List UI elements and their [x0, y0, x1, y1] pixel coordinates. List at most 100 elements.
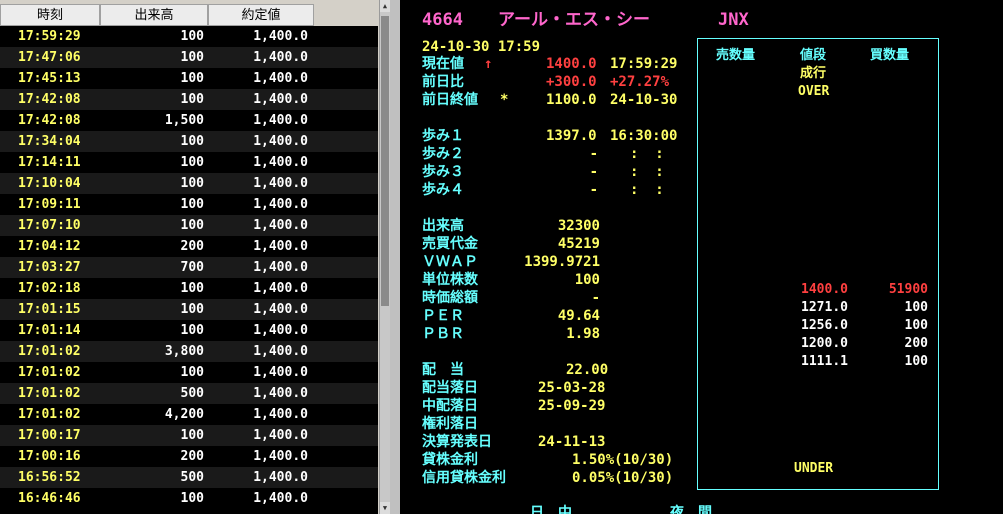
board-price[interactable]: 1256.0	[778, 317, 848, 335]
ayumi-label: 歩み４	[422, 182, 464, 198]
tick-list-body[interactable]: 17:59:29 100 1,400.0 17:47:06 100 1,400.0 17:4…	[0, 26, 378, 514]
stat-label: ＰＢＲ	[422, 326, 464, 342]
table-row[interactable]: 17:01:14 100 1,400.0	[0, 320, 378, 341]
table-row[interactable]: 17:45:13 100 1,400.0	[0, 68, 378, 89]
header-time[interactable]: 時刻	[0, 4, 100, 26]
table-row[interactable]: 17:07:10 100 1,400.0	[0, 215, 378, 236]
stat-label: 売買代金	[422, 236, 478, 252]
stat-value: 45219	[557, 236, 600, 252]
tick-volume: 3,800	[164, 344, 204, 359]
tick-volume: 500	[180, 386, 204, 401]
stat-value: 100	[574, 272, 600, 288]
lend-rate-value: 1.50%(10/30)	[572, 452, 674, 468]
tick-volume: 100	[180, 323, 204, 338]
table-row[interactable]: 17:02:18 100 1,400.0	[0, 278, 378, 299]
board-price-header: 値段	[800, 48, 827, 63]
board-price[interactable]: 1200.0	[778, 335, 848, 353]
tick-list-header: 時刻 出来高 約定値	[0, 4, 380, 26]
tick-volume: 200	[180, 449, 204, 464]
tick-volume: 100	[180, 218, 204, 233]
board-price[interactable]: 1111.1	[778, 353, 848, 371]
ayumi-label: 歩み２	[422, 146, 464, 162]
header-volume[interactable]: 出来高	[100, 4, 208, 26]
tick-time: 17:01:15	[18, 302, 81, 317]
tick-volume: 100	[180, 71, 204, 86]
tick-volume: 500	[180, 470, 204, 485]
table-row[interactable]: 17:00:16 200 1,400.0	[0, 446, 378, 467]
tick-volume: 100	[180, 197, 204, 212]
board-buy-qty[interactable]: 100	[858, 299, 928, 317]
table-row[interactable]: 16:46:46 100 1,400.0	[0, 488, 378, 509]
tick-price: 1,400.0	[253, 113, 308, 128]
board-buy-qty[interactable]: 100	[858, 317, 928, 335]
tick-price: 1,400.0	[253, 302, 308, 317]
table-row[interactable]: 17:34:04 100 1,400.0	[0, 131, 378, 152]
tick-price: 1,400.0	[253, 71, 308, 86]
tick-price: 1,400.0	[253, 407, 308, 422]
tick-price: 1,400.0	[253, 260, 308, 275]
ayumi-price: -	[589, 164, 598, 180]
earnings-value: 24-11-13	[538, 434, 606, 450]
table-row[interactable]: 17:04:12 200 1,400.0	[0, 236, 378, 257]
tick-list-scrollbar[interactable]: ▲ ▼	[379, 0, 390, 514]
tick-time: 17:00:16	[18, 449, 81, 464]
ayumi-time: : :	[630, 182, 664, 198]
table-row[interactable]: 17:10:04 100 1,400.0	[0, 173, 378, 194]
tick-time: 17:45:13	[18, 71, 81, 86]
prev-close-mark: *	[500, 92, 509, 108]
board-buy-qty[interactable]: 51900	[858, 281, 928, 299]
tick-time: 17:34:04	[18, 134, 81, 149]
tick-volume: 100	[180, 155, 204, 170]
tick-time: 17:59:29	[18, 29, 81, 44]
ayumi-label: 歩み１	[422, 128, 464, 144]
board-buy-qty[interactable]: 200	[858, 335, 928, 353]
header-price[interactable]: 約定値	[208, 4, 314, 26]
tick-time: 17:01:02	[18, 365, 81, 380]
table-row[interactable]: 17:01:02 500 1,400.0	[0, 383, 378, 404]
tick-time: 17:14:11	[18, 155, 81, 170]
scroll-up-arrow-icon[interactable]: ▲	[380, 0, 390, 12]
bottom-day-label[interactable]: 日 中	[530, 504, 572, 514]
board-price[interactable]: 1271.0	[778, 299, 848, 317]
tick-price: 1,400.0	[253, 470, 308, 485]
tick-price: 1,400.0	[253, 323, 308, 338]
lend-rate-label: 貸株金利	[422, 452, 478, 468]
table-row[interactable]: 17:14:11 100 1,400.0	[0, 152, 378, 173]
table-row[interactable]: 17:59:29 100 1,400.0	[0, 26, 378, 47]
tick-price: 1,400.0	[253, 428, 308, 443]
table-row[interactable]: 17:01:02 100 1,400.0	[0, 362, 378, 383]
change-percent: +27.27%	[610, 74, 670, 90]
rights-label: 権利落日	[422, 416, 478, 432]
dividend-value: 22.00	[566, 362, 609, 378]
table-row[interactable]: 17:01:02 3,800 1,400.0	[0, 341, 378, 362]
table-row[interactable]: 17:01:15 100 1,400.0	[0, 299, 378, 320]
interim-label: 中配落日	[422, 398, 478, 414]
current-price-label: 現在値	[422, 56, 464, 72]
tick-volume: 700	[180, 260, 204, 275]
tick-time: 16:46:46	[18, 491, 81, 506]
table-row[interactable]: 17:00:17 100 1,400.0	[0, 425, 378, 446]
tick-time: 17:01:02	[18, 386, 81, 401]
quote-datetime: 24-10-30 17:59	[422, 39, 541, 55]
prev-close-date: 24-10-30	[610, 92, 678, 108]
table-row[interactable]: 17:09:11 100 1,400.0	[0, 194, 378, 215]
board-price[interactable]: 1400.0	[778, 281, 848, 299]
tick-time: 17:09:11	[18, 197, 81, 212]
table-row[interactable]: 17:42:08 1,500 1,400.0	[0, 110, 378, 131]
scroll-thumb[interactable]	[381, 16, 389, 306]
table-row[interactable]: 16:56:52 500 1,400.0	[0, 467, 378, 488]
tick-price: 1,400.0	[253, 239, 308, 254]
table-row[interactable]: 17:47:06 100 1,400.0	[0, 47, 378, 68]
table-row[interactable]: 17:03:27 700 1,400.0	[0, 257, 378, 278]
stat-label: 出来高	[422, 218, 464, 234]
board-buy-qty[interactable]: 100	[858, 353, 928, 371]
ayumi-label: 歩み３	[422, 164, 464, 180]
tick-price: 1,400.0	[253, 491, 308, 506]
scroll-down-arrow-icon[interactable]: ▼	[380, 502, 390, 514]
table-row[interactable]: 17:01:02 4,200 1,400.0	[0, 404, 378, 425]
board-market-order: 成行	[800, 66, 827, 81]
bottom-night-label[interactable]: 夜 間	[670, 504, 712, 514]
tick-volume: 100	[180, 491, 204, 506]
tick-volume: 100	[180, 176, 204, 191]
table-row[interactable]: 17:42:08 100 1,400.0	[0, 89, 378, 110]
